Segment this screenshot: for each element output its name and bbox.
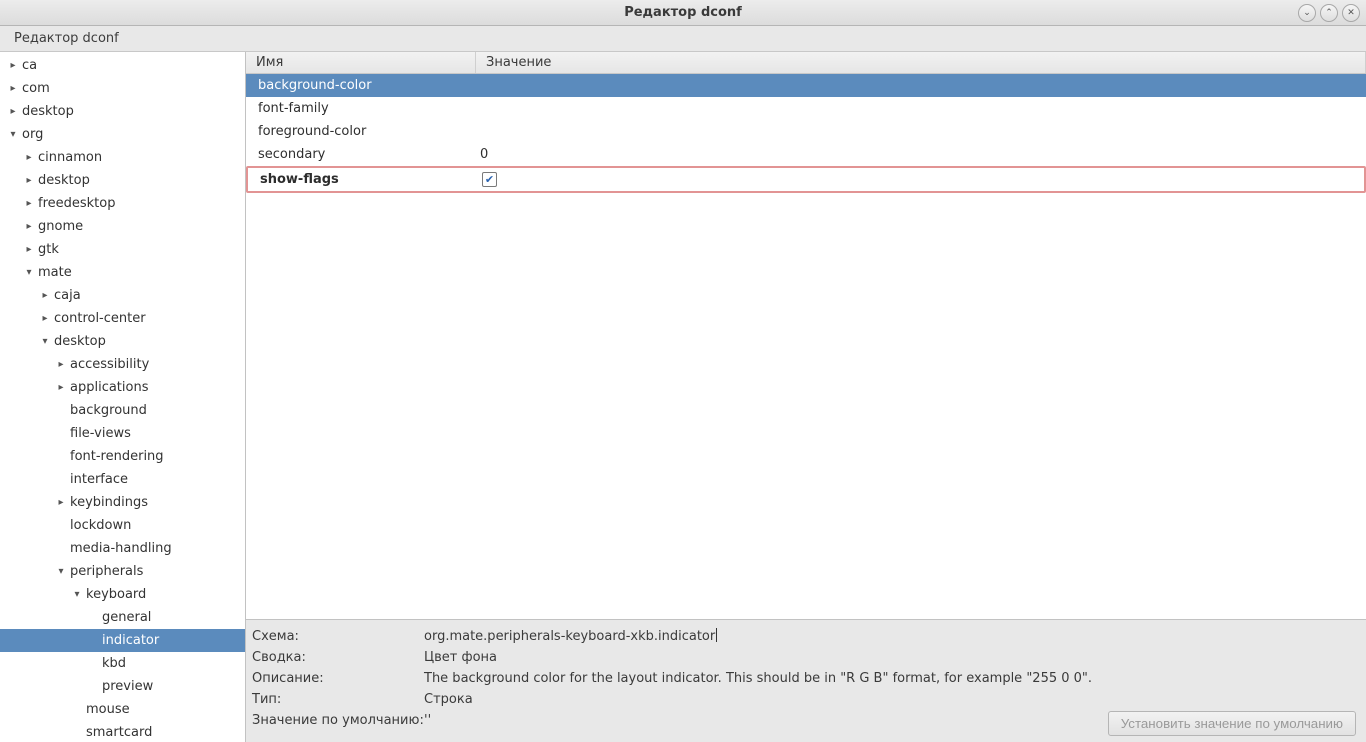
key-name: background-color: [246, 78, 476, 93]
chevron-right-icon: ▸: [22, 244, 36, 255]
chevron-right-icon: ▸: [38, 290, 52, 301]
chevron-down-icon: ▾: [6, 129, 20, 140]
chevron-down-icon: ▾: [70, 589, 84, 600]
chevron-down-icon: ▾: [22, 267, 36, 278]
chevron-down-icon: ▾: [38, 336, 52, 347]
column-name[interactable]: Имя: [246, 52, 476, 73]
window-title: Редактор dconf: [624, 5, 742, 20]
close-button[interactable]: ✕: [1342, 4, 1360, 22]
tree-item-desktop[interactable]: ▸desktop: [0, 100, 245, 123]
chevron-right-icon: ▸: [22, 221, 36, 232]
type-value: Строка: [424, 689, 1356, 710]
description-value: The background color for the layout indi…: [424, 668, 1356, 689]
tree-item-accessibility[interactable]: ▸accessibility: [0, 353, 245, 376]
menubar: Редактор dconf: [0, 26, 1366, 52]
summary-label: Сводка:: [252, 647, 424, 668]
key-name: secondary: [246, 147, 476, 162]
tree-item-file-views[interactable]: ▸file-views: [0, 422, 245, 445]
chevron-right-icon: ▸: [22, 152, 36, 163]
chevron-right-icon: ▸: [54, 359, 68, 370]
tree-item-lockdown[interactable]: ▸lockdown: [0, 514, 245, 537]
description-label: Описание:: [252, 668, 424, 689]
chevron-right-icon: ▸: [38, 313, 52, 324]
column-value[interactable]: Значение: [476, 52, 1366, 73]
tree-item-mouse[interactable]: ▸mouse: [0, 698, 245, 721]
titlebar: Редактор dconf ⌄ ⌃ ✕: [0, 0, 1366, 26]
text-cursor-icon: [716, 628, 717, 642]
key-list: Имя Значение background-color font-famil…: [246, 52, 1366, 620]
chevron-down-icon: ▾: [54, 566, 68, 577]
key-row-background-color[interactable]: background-color: [246, 74, 1366, 97]
tree-item-kbd[interactable]: ▸kbd: [0, 652, 245, 675]
tree-item-smartcard[interactable]: ▸smartcard: [0, 721, 245, 742]
tree-item-preview[interactable]: ▸preview: [0, 675, 245, 698]
key-row-foreground-color[interactable]: foreground-color: [246, 120, 1366, 143]
tree-item-peripherals[interactable]: ▾peripherals: [0, 560, 245, 583]
chevron-right-icon: ▸: [22, 198, 36, 209]
tree-item-background[interactable]: ▸background: [0, 399, 245, 422]
maximize-button[interactable]: ⌃: [1320, 4, 1338, 22]
chevron-right-icon: ▸: [6, 83, 20, 94]
schema-tree[interactable]: ▸ca ▸com ▸desktop ▾org ▸cinnamon ▸deskto…: [0, 52, 246, 742]
chevron-right-icon: ▸: [54, 382, 68, 393]
tree-item-com[interactable]: ▸com: [0, 77, 245, 100]
minimize-button[interactable]: ⌄: [1298, 4, 1316, 22]
checkbox-show-flags[interactable]: [482, 172, 497, 187]
tree-item-general[interactable]: ▸general: [0, 606, 245, 629]
tree-item-gtk[interactable]: ▸gtk: [0, 238, 245, 261]
key-name: font-family: [246, 101, 476, 116]
main-pane: Имя Значение background-color font-famil…: [246, 52, 1366, 742]
chevron-right-icon: ▸: [22, 175, 36, 186]
tree-item-gnome[interactable]: ▸gnome: [0, 215, 245, 238]
tree-item-indicator[interactable]: ▸indicator: [0, 629, 245, 652]
content-area: ▸ca ▸com ▸desktop ▾org ▸cinnamon ▸deskto…: [0, 52, 1366, 742]
default-label: Значение по умолчанию:: [252, 710, 424, 731]
tree-item-mate-desktop[interactable]: ▾desktop: [0, 330, 245, 353]
tree-item-freedesktop[interactable]: ▸freedesktop: [0, 192, 245, 215]
tree-item-control-center[interactable]: ▸control-center: [0, 307, 245, 330]
tree-item-interface[interactable]: ▸interface: [0, 468, 245, 491]
key-row-show-flags[interactable]: show-flags: [246, 166, 1366, 193]
menu-app[interactable]: Редактор dconf: [6, 28, 127, 49]
summary-value: Цвет фона: [424, 647, 1356, 668]
tree-item-org[interactable]: ▾org: [0, 123, 245, 146]
schema-label: Схема:: [252, 626, 424, 647]
key-name: foreground-color: [246, 124, 476, 139]
tree-item-applications[interactable]: ▸applications: [0, 376, 245, 399]
tree-item-keybindings[interactable]: ▸keybindings: [0, 491, 245, 514]
window-controls: ⌄ ⌃ ✕: [1298, 4, 1360, 22]
tree-item-org-desktop[interactable]: ▸desktop: [0, 169, 245, 192]
chevron-right-icon: ▸: [6, 60, 20, 71]
tree-item-caja[interactable]: ▸caja: [0, 284, 245, 307]
key-row-font-family[interactable]: font-family: [246, 97, 1366, 120]
tree-item-font-rendering[interactable]: ▸font-rendering: [0, 445, 245, 468]
chevron-right-icon: ▸: [54, 497, 68, 508]
tree-item-keyboard[interactable]: ▾keyboard: [0, 583, 245, 606]
type-label: Тип:: [252, 689, 424, 710]
tree-item-mate[interactable]: ▾mate: [0, 261, 245, 284]
reset-default-button[interactable]: Установить значение по умолчанию: [1108, 711, 1356, 736]
tree-item-cinnamon[interactable]: ▸cinnamon: [0, 146, 245, 169]
tree-item-media-handling[interactable]: ▸media-handling: [0, 537, 245, 560]
details-pane: Схема: org.mate.peripherals-keyboard-xkb…: [246, 620, 1366, 742]
tree-item-ca[interactable]: ▸ca: [0, 54, 245, 77]
key-value: 0: [476, 147, 1366, 162]
chevron-right-icon: ▸: [6, 106, 20, 117]
key-name: show-flags: [248, 172, 478, 187]
list-header: Имя Значение: [246, 52, 1366, 74]
key-value: [478, 172, 1364, 187]
key-row-secondary[interactable]: secondary 0: [246, 143, 1366, 166]
schema-value: org.mate.peripherals-keyboard-xkb.indica…: [424, 626, 1356, 647]
